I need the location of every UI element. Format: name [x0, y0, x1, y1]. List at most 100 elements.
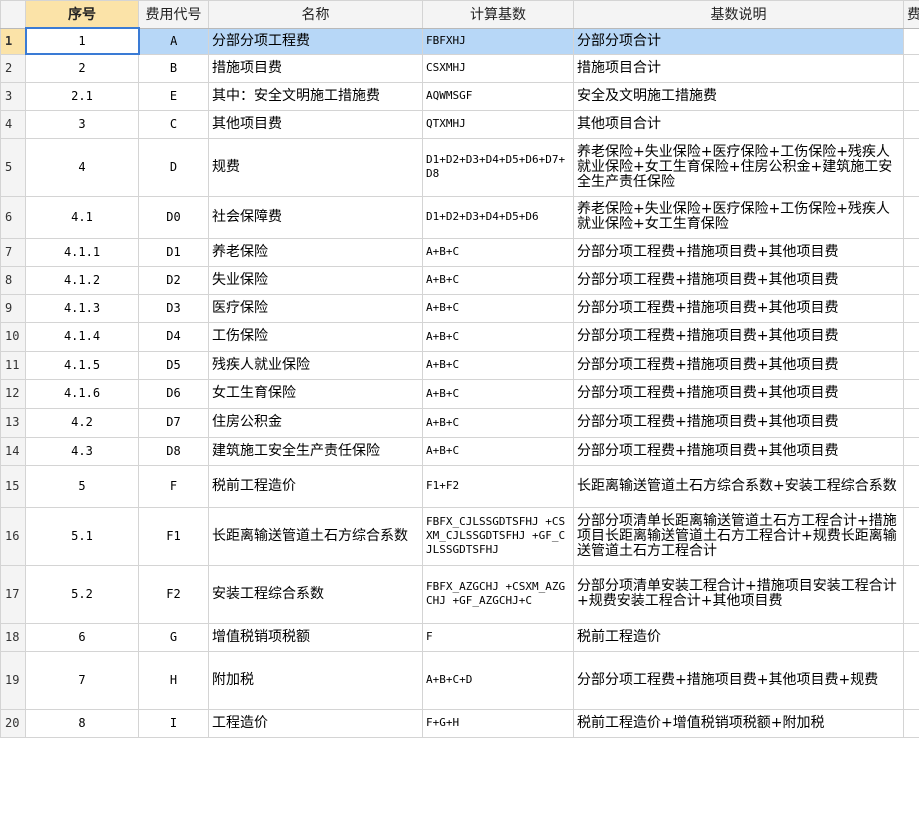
extra-cell[interactable]: [903, 708, 919, 738]
row-number-cell[interactable]: 7: [0, 237, 26, 267]
base-cell[interactable]: D1+D2+D3+D4+D5+D6: [422, 195, 574, 239]
row-number-cell[interactable]: 4: [0, 109, 26, 139]
name-cell[interactable]: 规费: [208, 137, 423, 197]
row-number-cell[interactable]: 10: [0, 321, 26, 352]
name-cell[interactable]: 分部分项工程费: [208, 27, 423, 55]
column-header-desc[interactable]: 基数说明: [573, 0, 904, 29]
code-cell[interactable]: C: [138, 109, 209, 139]
code-cell[interactable]: B: [138, 53, 209, 83]
code-cell[interactable]: F1: [138, 506, 209, 566]
extra-cell[interactable]: [903, 506, 919, 566]
base-cell[interactable]: A+B+C+D: [422, 650, 574, 710]
name-cell[interactable]: 失业保险: [208, 265, 423, 295]
extra-cell[interactable]: [903, 622, 919, 652]
desc-cell[interactable]: 税前工程造价: [573, 622, 904, 652]
code-cell[interactable]: D6: [138, 378, 209, 409]
name-cell[interactable]: 工伤保险: [208, 321, 423, 352]
code-cell[interactable]: D7: [138, 407, 209, 438]
desc-cell[interactable]: 分部分项工程费+措施项目费+其他项目费+规费: [573, 650, 904, 710]
desc-cell[interactable]: 分部分项清单安装工程合计+措施项目安装工程合计+规费安装工程合计+其他项目费: [573, 564, 904, 624]
code-cell[interactable]: D1: [138, 237, 209, 267]
desc-cell[interactable]: 分部分项工程费+措施项目费+其他项目费: [573, 407, 904, 438]
seq-cell[interactable]: 5.1: [25, 506, 139, 566]
name-cell[interactable]: 增值税销项税额: [208, 622, 423, 652]
base-cell[interactable]: A+B+C: [422, 378, 574, 409]
row-number-cell[interactable]: 16: [0, 506, 26, 566]
code-cell[interactable]: D2: [138, 265, 209, 295]
name-cell[interactable]: 建筑施工安全生产责任保险: [208, 436, 423, 466]
table-row[interactable]: 5 4 D 规费 D1+D2+D3+D4+D5+D6+D7+D8 养老保险+失业保险+医疗…: [0, 137, 919, 197]
seq-cell[interactable]: 4.1.3: [25, 293, 139, 323]
table-row[interactable]: 8 4.1.2 D2 失业保险 A+B+C 分部分项工程费+措施项目费+其他项目费: [0, 265, 919, 295]
row-number-cell[interactable]: 20: [0, 708, 26, 738]
seq-cell[interactable]: 7: [25, 650, 139, 710]
table-row[interactable]: 17 5.2 F2 安装工程综合系数 FBFX_AZGCHJ +CSXM_AZGCHJ …: [0, 564, 919, 624]
seq-cell[interactable]: 4.1.4: [25, 321, 139, 352]
base-cell[interactable]: FBFX_AZGCHJ +CSXM_AZGCHJ +GF_AZGCHJ+C: [422, 564, 574, 624]
desc-cell[interactable]: 分部分项工程费+措施项目费+其他项目费: [573, 436, 904, 466]
name-cell[interactable]: 其他项目费: [208, 109, 423, 139]
row-number-cell[interactable]: 19: [0, 650, 26, 710]
column-header-code[interactable]: 费用代号: [138, 0, 209, 29]
extra-cell[interactable]: [903, 265, 919, 295]
table-row[interactable]: 3 2.1 E 其中：安全文明施工措施费 AQWMSGF 安全及文明施工措施费: [0, 81, 919, 111]
code-cell[interactable]: D4: [138, 321, 209, 352]
column-header-name[interactable]: 名称: [208, 0, 423, 29]
row-number-cell[interactable]: 15: [0, 464, 26, 508]
table-row[interactable]: 14 4.3 D8 建筑施工安全生产责任保险 A+B+C 分部分项工程费+措施项目费+其他…: [0, 436, 919, 466]
base-cell[interactable]: D1+D2+D3+D4+D5+D6+D7+D8: [422, 137, 574, 197]
extra-cell[interactable]: [903, 237, 919, 267]
code-cell[interactable]: D: [138, 137, 209, 197]
seq-cell[interactable]: 4.1.6: [25, 378, 139, 409]
extra-cell[interactable]: [903, 564, 919, 624]
seq-cell[interactable]: 4.1.2: [25, 265, 139, 295]
row-number-cell[interactable]: 3: [0, 81, 26, 111]
seq-cell[interactable]: 4.3: [25, 436, 139, 466]
desc-cell[interactable]: 分部分项工程费+措施项目费+其他项目费: [573, 378, 904, 409]
extra-cell[interactable]: [903, 293, 919, 323]
desc-cell[interactable]: 分部分项工程费+措施项目费+其他项目费: [573, 350, 904, 380]
base-cell[interactable]: F: [422, 622, 574, 652]
base-cell[interactable]: A+B+C: [422, 407, 574, 438]
extra-cell[interactable]: [903, 321, 919, 352]
name-cell[interactable]: 养老保险: [208, 237, 423, 267]
table-row[interactable]: 9 4.1.3 D3 医疗保险 A+B+C 分部分项工程费+措施项目费+其他项目费: [0, 293, 919, 323]
seq-cell[interactable]: 5: [25, 464, 139, 508]
extra-cell[interactable]: [903, 109, 919, 139]
seq-cell[interactable]: 6: [25, 622, 139, 652]
seq-cell[interactable]: 4.1.1: [25, 237, 139, 267]
name-cell[interactable]: 工程造价: [208, 708, 423, 738]
base-cell[interactable]: A+B+C: [422, 237, 574, 267]
extra-cell[interactable]: [903, 81, 919, 111]
code-cell[interactable]: G: [138, 622, 209, 652]
base-cell[interactable]: QTXMHJ: [422, 109, 574, 139]
row-number-cell[interactable]: 6: [0, 195, 26, 239]
base-cell[interactable]: AQWMSGF: [422, 81, 574, 111]
code-cell[interactable]: D3: [138, 293, 209, 323]
extra-cell[interactable]: [903, 195, 919, 239]
name-cell[interactable]: 医疗保险: [208, 293, 423, 323]
base-cell[interactable]: A+B+C: [422, 321, 574, 352]
extra-cell[interactable]: [903, 464, 919, 508]
code-cell[interactable]: H: [138, 650, 209, 710]
desc-cell[interactable]: 长距离输送管道土石方综合系数+安装工程综合系数: [573, 464, 904, 508]
table-row[interactable]: 16 5.1 F1 长距离输送管道土石方综合系数 FBFX_CJLSSGDTSFHJ +…: [0, 506, 919, 566]
table-row[interactable]: 1 1 A 分部分项工程费 FBFXHJ 分部分项合计: [0, 27, 919, 55]
table-row[interactable]: 11 4.1.5 D5 残疾人就业保险 A+B+C 分部分项工程费+措施项目费+其他项目费: [0, 350, 919, 380]
desc-cell[interactable]: 分部分项工程费+措施项目费+其他项目费: [573, 321, 904, 352]
code-cell[interactable]: E: [138, 81, 209, 111]
desc-cell[interactable]: 养老保险+失业保险+医疗保险+工伤保险+残疾人就业保险+女工生育保险+住房公积金…: [573, 137, 904, 197]
extra-cell[interactable]: [903, 407, 919, 438]
base-cell[interactable]: F1+F2: [422, 464, 574, 508]
desc-cell[interactable]: 分部分项工程费+措施项目费+其他项目费: [573, 237, 904, 267]
row-number-cell[interactable]: 1: [0, 27, 26, 55]
base-cell[interactable]: FBFXHJ: [422, 27, 574, 55]
name-cell[interactable]: 残疾人就业保险: [208, 350, 423, 380]
name-cell[interactable]: 社会保障费: [208, 195, 423, 239]
name-cell[interactable]: 安装工程综合系数: [208, 564, 423, 624]
seq-cell[interactable]: 3: [25, 109, 139, 139]
column-header-extra[interactable]: 费: [903, 0, 919, 29]
table-row[interactable]: 2 2 B 措施项目费 CSXMHJ 措施项目合计: [0, 53, 919, 83]
name-cell[interactable]: 长距离输送管道土石方综合系数: [208, 506, 423, 566]
code-cell[interactable]: F2: [138, 564, 209, 624]
